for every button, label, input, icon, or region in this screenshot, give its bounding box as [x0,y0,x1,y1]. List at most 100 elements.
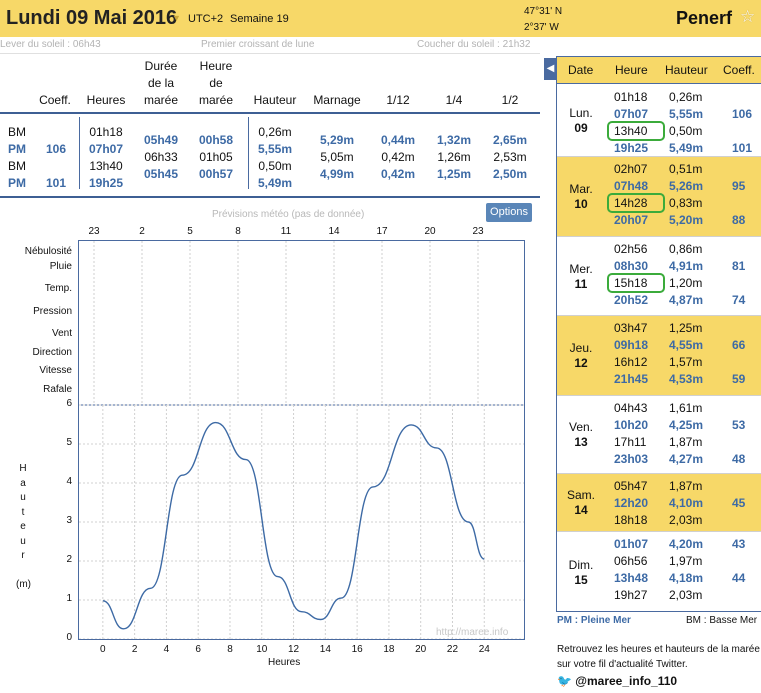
tide-time: 02h07 [614,162,648,176]
panel-col-date: Date [568,63,594,77]
day-name: Jeu. [569,341,593,355]
tide-height: 4,25m [669,418,704,432]
tide-time: 03h47 [614,321,648,335]
day-number: 15 [574,573,588,587]
twitter-handle: @maree_info_110 [575,674,678,688]
day-name: Mer. [569,262,593,276]
panel-col-hauteur: Hauteur [665,63,708,77]
tide-coeff: 44 [732,571,746,585]
highlight-circle [607,273,665,293]
tide-height: 0,50m [669,124,703,138]
tide-time: 21h45 [614,372,649,386]
x-tick-label: 6 [195,644,201,655]
chart-frame [78,240,525,640]
week-tide-panel: Date Heure Hauteur Coeff. Lun. 09 01h18 0,2… [556,56,761,612]
x-tick-label: 18 [383,644,395,655]
tide-height: 1,97m [669,554,703,568]
tide-time: 17h11 [614,435,647,449]
x-tick-label: 14 [319,644,331,655]
tide-time: 23h03 [614,452,649,466]
tide-time: 20h52 [614,293,649,307]
tide-coeff: 66 [732,338,746,352]
tide-time: 19h25 [614,141,649,155]
tide-height: 2,03m [669,513,703,527]
panel-col-heure: Heure [615,63,648,77]
tide-time: 04h43 [614,401,648,415]
tide-time: 19h27 [614,588,648,602]
tide-time: 16h12 [614,355,648,369]
day-name: Dim. [568,558,594,572]
highlight-circle [607,193,665,213]
y-axis-label: Ha u t e u r (m) [16,463,31,590]
tide-height: 4,55m [669,338,704,352]
day-block: Sam. 14 05h47 1,87m 12h20 4,10m 45 18h18 2,03m [557,474,761,532]
highlight-circle [607,121,665,141]
tide-coeff: 81 [732,259,746,273]
x-tick-label: 22 [446,644,459,655]
x-tick-label: 0 [100,644,106,655]
legend-bm: BM : Basse Mer [686,615,758,626]
tide-height: 4,53m [669,372,704,386]
day-block: Ven. 13 04h43 1,61m 10h20 4,25m 53 17h11 1,87m 23… [557,396,761,474]
day-block: Jeu. 12 03h47 1,25m 09h18 4,55m 66 16h12 1,57m 21… [557,316,761,396]
y-tick-label: 3 [66,515,72,526]
tide-height: 4,10m [669,496,704,510]
day-number: 10 [574,197,588,211]
panel-header: Date Heure Hauteur Coeff. [557,57,761,84]
tide-coeff: 45 [732,496,746,510]
day-name: Mar. [569,182,593,196]
tide-time: 13h48 [614,571,649,585]
twitter-bird-icon: 🐦 [557,674,572,688]
day-name: Ven. [568,420,594,434]
x-axis-label: Heures [268,657,301,668]
tide-height: 4,18m [669,571,704,585]
place-name: Penerf [676,8,733,28]
watermark: http://maree.info [436,627,509,638]
y-tick-label: 2 [66,554,72,565]
tide-height: 5,49m [669,141,704,155]
x-tick-label: 12 [287,644,300,655]
day-number: 09 [574,121,588,135]
tide-time: 20h07 [614,213,649,227]
day-number: 14 [574,503,588,517]
tide-time: 10h20 [614,418,649,432]
favorite-star-icon[interactable]: ☆ [740,7,755,27]
tide-height: 5,26m [669,179,704,193]
tide-height: 0,86m [669,242,703,256]
twitter-link[interactable]: 🐦 @maree_info_110 [557,674,677,688]
tide-height: 1,57m [669,355,703,369]
tide-height: 4,87m [669,293,704,307]
tide-height: 5,20m [669,213,704,227]
tide-height: 4,91m [669,259,704,273]
tide-height: 5,55m [669,107,704,121]
tide-height: 0,51m [669,162,703,176]
tide-coeff: 53 [732,418,746,432]
tide-height: 4,27m [669,452,704,466]
tide-time: 02h56 [614,242,648,256]
tide-coeff: 95 [732,179,746,193]
day-block: Dim. 15 01h07 4,20m 43 06h56 1,97m 13h48 4,18m 44… [557,532,761,611]
tide-coeff: 74 [732,293,746,307]
y-tick-label: 6 [66,398,72,409]
y-tick-label: 1 [66,593,72,604]
tide-height: 1,61m [669,401,703,415]
tide-coeff: 59 [732,372,746,386]
day-block: Mar. 10 02h07 0,51m 07h48 5,26m 95 14h28 0,83m 20… [557,157,761,237]
tide-height: 1,87m [669,435,703,449]
panel-col-coeff: Coeff. [723,63,755,77]
tide-time: 18h18 [614,513,648,527]
x-tick-label: 4 [163,644,170,655]
tide-coeff: 106 [732,107,753,121]
tide-time: 09h18 [614,338,649,352]
tide-coeff: 43 [732,537,746,551]
tide-height: 1,87m [669,479,703,493]
tide-height: 0,83m [669,196,703,210]
legend-pm: PM : Pleine Mer [557,615,631,626]
tide-height: 0,26m [669,90,703,104]
day-block: Lun. 09 01h18 0,26m 07h07 5,55m 106 13h40 0,50m 1… [557,85,761,157]
x-tick-label: 10 [256,644,268,655]
day-block: Mer. 11 02h56 0,86m 08h30 4,91m 81 15h18 1,20m 20… [557,237,761,316]
twitter-text: Retrouvez les heures et hauteurs de la m… [557,644,760,670]
tide-coeff: 48 [732,452,746,466]
y-tick-label: 4 [66,476,72,487]
